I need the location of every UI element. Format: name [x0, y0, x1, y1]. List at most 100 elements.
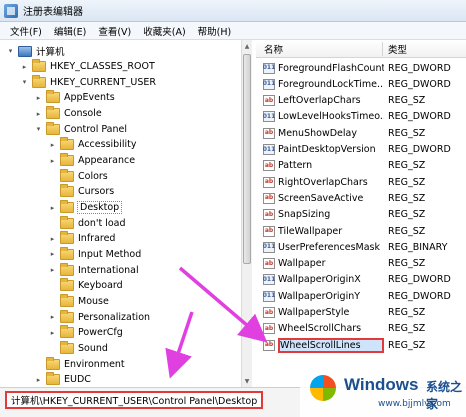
tree-item-label: Accessibility	[78, 139, 137, 151]
list-row[interactable]: ab WallpaperStyle REG_SZ	[256, 305, 466, 321]
list-row[interactable]: 011 PaintDesktopVersion REG_DWORD	[256, 142, 466, 158]
tree-item[interactable]: ▸ International	[48, 262, 139, 278]
column-divider[interactable]	[382, 42, 383, 56]
folder-icon	[60, 293, 74, 307]
list-row[interactable]: ab LeftOverlapChars REG_SZ	[256, 93, 466, 109]
tree-item[interactable]: ▸ Input Method	[48, 246, 141, 262]
collapse-icon[interactable]: ▾	[20, 78, 29, 87]
list-row[interactable]: 011 WallpaperOriginX REG_DWORD	[256, 272, 466, 288]
folder-icon	[60, 340, 74, 354]
no-expander	[48, 344, 57, 353]
folder-icon	[60, 278, 74, 292]
tree-item[interactable]: ▸ PowerCfg	[48, 325, 123, 341]
folder-icon	[46, 90, 60, 104]
tree-item[interactable]: Cursors	[48, 184, 114, 200]
tree-item[interactable]: ▸ AppEvents	[34, 90, 115, 106]
list-row[interactable]: ab MenuShowDelay REG_SZ	[256, 125, 466, 141]
tree-item-label: Personalization	[78, 311, 151, 323]
tree-item[interactable]: ▾ 计算机	[6, 43, 65, 59]
expand-icon[interactable]: ▸	[48, 140, 57, 149]
tree-item[interactable]: ▾ HKEY_CURRENT_USER	[20, 74, 156, 90]
expand-icon[interactable]: ▸	[20, 62, 29, 71]
list-row-highlighted[interactable]: ab WheelScrollLines REG_SZ	[256, 337, 466, 353]
value-type: REG_SZ	[388, 176, 426, 188]
no-expander	[34, 360, 43, 369]
menu-edit[interactable]: 编辑(E)	[48, 24, 92, 38]
scroll-down-icon[interactable]: ▼	[243, 376, 251, 386]
list-row[interactable]: ab ScreenSaveActive REG_SZ	[256, 190, 466, 206]
expand-icon[interactable]: ▸	[48, 328, 57, 337]
tree-item[interactable]: don't load	[48, 215, 126, 231]
collapse-icon[interactable]: ▾	[6, 47, 15, 56]
watermark: Windows 系统之家 www.bjjmlv.com	[300, 369, 466, 417]
tree-item[interactable]: ▾ Control Panel	[34, 121, 127, 137]
tree-item-label: Cursors	[78, 186, 115, 198]
column-name-header[interactable]: 名称	[264, 42, 283, 56]
list-row[interactable]: ab TileWallpaper REG_SZ	[256, 223, 466, 239]
tree-item[interactable]: Keyboard	[48, 278, 123, 294]
expand-icon[interactable]: ▸	[48, 266, 57, 275]
list-row[interactable]: 011 UserPreferencesMask REG_BINARY	[256, 239, 466, 255]
tree-item[interactable]: ▸ EUDC	[34, 372, 91, 387]
expand-icon[interactable]: ▸	[48, 250, 57, 259]
value-type: REG_SZ	[388, 323, 426, 335]
expand-icon[interactable]: ▸	[48, 313, 57, 322]
expand-icon[interactable]: ▸	[34, 93, 43, 102]
tree-item[interactable]: ▸ Appearance	[48, 153, 135, 169]
value-type: REG_BINARY	[388, 241, 448, 253]
value-name: WheelScrollChars	[278, 323, 362, 335]
value-type: REG_SZ	[388, 127, 426, 139]
binary-value-icon: 011	[263, 144, 275, 155]
expand-icon[interactable]: ▸	[34, 375, 43, 384]
list-row[interactable]: 011 ForegroundLockTime... REG_DWORD	[256, 76, 466, 92]
folder-icon	[46, 121, 60, 135]
list-row[interactable]: ab SnapSizing REG_SZ	[256, 207, 466, 223]
folder-icon	[46, 372, 60, 386]
menu-view[interactable]: 查看(V)	[92, 24, 137, 38]
list-row[interactable]: ab WheelScrollChars REG_SZ	[256, 321, 466, 337]
tree-item[interactable]: Mouse	[48, 293, 109, 309]
tree-item-label: AppEvents	[64, 92, 115, 104]
value-type: REG_SZ	[388, 258, 426, 270]
binary-value-icon: 011	[263, 111, 275, 123]
expand-icon[interactable]: ▸	[48, 156, 57, 165]
tree-item[interactable]: Colors	[48, 168, 108, 184]
column-type-header[interactable]: 类型	[388, 42, 407, 56]
list-row[interactable]: ab Wallpaper REG_SZ	[256, 256, 466, 272]
computer-icon	[18, 45, 32, 57]
menu-help[interactable]: 帮助(H)	[192, 24, 238, 38]
value-name: LeftOverlapChars	[278, 95, 361, 107]
watermark-brand: Windows	[344, 375, 419, 394]
folder-icon	[60, 184, 74, 198]
list-row[interactable]: ab Pattern REG_SZ	[256, 158, 466, 174]
list-row[interactable]: ab RightOverlapChars REG_SZ	[256, 174, 466, 190]
tree-item[interactable]: ▸ HKEY_CLASSES_ROOT	[20, 59, 155, 75]
tree-item-label: don't load	[78, 217, 126, 229]
list-row[interactable]: 011 LowLevelHooksTimeo... REG_DWORD	[256, 109, 466, 125]
binary-value-icon: 011	[263, 78, 275, 90]
tree-item[interactable]: ▸ Console	[34, 106, 102, 122]
expand-icon[interactable]: ▸	[48, 234, 57, 243]
menu-favorites[interactable]: 收藏夹(A)	[137, 24, 191, 38]
folder-icon	[46, 106, 60, 120]
tree-item-label: Appearance	[78, 155, 136, 167]
list-row[interactable]: 011 ForegroundFlashCount REG_DWORD	[256, 60, 466, 76]
folder-icon	[32, 59, 46, 73]
scrollbar-thumb[interactable]	[243, 54, 251, 264]
scroll-up-icon[interactable]: ▲	[243, 41, 251, 51]
tree-item[interactable]: Environment	[34, 356, 125, 372]
tree-item[interactable]: ▸ Desktop	[48, 200, 123, 216]
menu-file[interactable]: 文件(F)	[4, 24, 48, 38]
tree-item[interactable]: Sound	[48, 340, 108, 356]
list-row[interactable]: 011 WallpaperOriginY REG_DWORD	[256, 288, 466, 304]
tree-item[interactable]: ▸ Personalization	[48, 309, 150, 325]
tree-scrollbar[interactable]: ▲ ▼	[241, 40, 252, 387]
tree-item[interactable]: ▸ Infrared	[48, 231, 115, 247]
expand-icon[interactable]: ▸	[34, 109, 43, 118]
folder-icon	[60, 168, 74, 182]
expand-icon[interactable]: ▸	[48, 203, 57, 212]
string-value-icon: ab	[263, 209, 275, 221]
tree-item[interactable]: ▸ Accessibility	[48, 137, 136, 153]
collapse-icon[interactable]: ▾	[34, 125, 43, 134]
tree-item-label: PowerCfg	[78, 327, 123, 339]
